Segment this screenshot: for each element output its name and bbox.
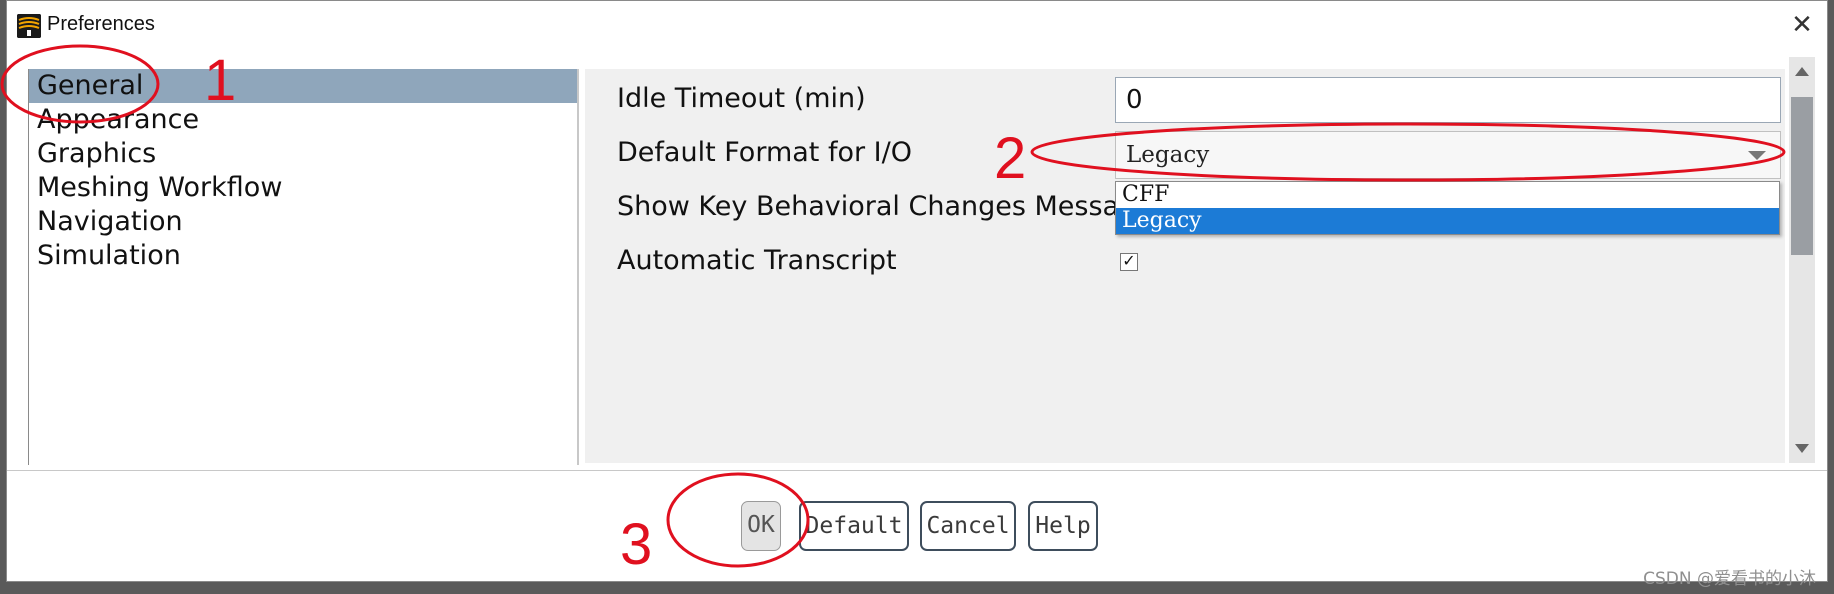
settings-panel: Idle Timeout (min) 0 Default Format for … <box>585 69 1785 463</box>
fluent-app-icon <box>17 14 41 38</box>
nav-item-general[interactable]: General <box>29 69 577 103</box>
scroll-thumb[interactable] <box>1791 97 1813 255</box>
annotation-number-1: 1 <box>204 48 237 113</box>
default-format-select[interactable]: Legacy <box>1115 131 1781 179</box>
nav-item-navigation[interactable]: Navigation <box>29 205 577 239</box>
idle-timeout-input[interactable]: 0 <box>1115 77 1781 123</box>
nav-item-meshing-workflow[interactable]: Meshing Workflow <box>29 171 577 205</box>
auto-transcript-label: Automatic Transcript <box>617 245 897 276</box>
key-changes-label: Show Key Behavioral Changes Message <box>617 191 1153 222</box>
idle-timeout-label: Idle Timeout (min) <box>617 83 866 114</box>
ok-button[interactable]: OK <box>741 501 781 551</box>
close-icon[interactable]: ✕ <box>1789 11 1815 37</box>
annotation-number-3: 3 <box>620 512 653 577</box>
scroll-up-icon[interactable] <box>1795 67 1809 76</box>
nav-item-appearance[interactable]: Appearance <box>29 103 577 137</box>
window-title: Preferences <box>47 13 155 35</box>
preferences-dialog: Preferences ✕ General Appearance Graphic… <box>6 0 1828 582</box>
help-button[interactable]: Help <box>1028 501 1098 551</box>
annotation-number-2: 2 <box>994 126 1027 191</box>
category-list: General Appearance Graphics Meshing Work… <box>28 69 579 465</box>
dropdown-option-cff[interactable]: CFF <box>1116 182 1779 208</box>
format-dropdown-list: CFF Legacy <box>1115 181 1780 235</box>
nav-item-graphics[interactable]: Graphics <box>29 137 577 171</box>
title-bar: Preferences ✕ <box>7 1 1827 49</box>
auto-transcript-checkbox[interactable]: ✓ <box>1120 253 1138 271</box>
dropdown-option-legacy[interactable]: Legacy <box>1116 208 1779 234</box>
scroll-down-icon[interactable] <box>1795 444 1809 453</box>
default-button[interactable]: Default <box>799 501 909 551</box>
nav-item-simulation[interactable]: Simulation <box>29 239 577 273</box>
chevron-down-icon[interactable] <box>1748 151 1766 160</box>
default-format-value: Legacy <box>1126 142 1210 168</box>
cancel-button[interactable]: Cancel <box>920 501 1016 551</box>
default-format-label: Default Format for I/O <box>617 137 912 168</box>
watermark-text: CSDN @爱看书的小沐 <box>1643 569 1816 589</box>
button-bar-divider <box>7 470 1827 471</box>
settings-scrollbar[interactable] <box>1789 57 1815 463</box>
